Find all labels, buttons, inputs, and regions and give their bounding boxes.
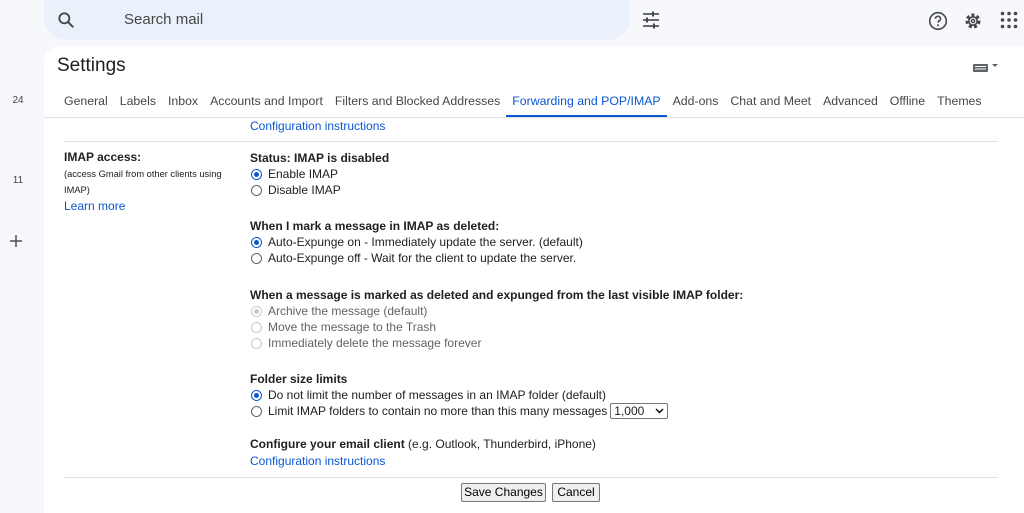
limit-label: Limit IMAP folders to contain no more th…	[268, 404, 608, 418]
no-limit-option[interactable]: Do not limit the number of messages in a…	[250, 387, 668, 403]
search-icon[interactable]	[56, 10, 76, 30]
delete-forever-radio	[251, 337, 262, 349]
folder-size-heading: Folder size limits	[250, 372, 348, 386]
move-to-trash-radio	[251, 321, 262, 333]
cancel-button[interactable]: Cancel	[552, 483, 600, 502]
tab-inbox[interactable]: Inbox	[162, 90, 204, 118]
section-divider	[64, 141, 998, 142]
configure-client-heading: Configure your email client (e.g. Outloo…	[250, 436, 596, 452]
tab-offline[interactable]: Offline	[884, 90, 931, 118]
move-to-trash-label: Move the message to the Trash	[268, 320, 437, 334]
auto-expunge-off-radio[interactable]	[251, 252, 262, 264]
imap-status-section: Status: IMAP is disabled Enable IMAP Dis…	[250, 150, 389, 198]
tab-general[interactable]: General	[64, 90, 114, 118]
configuration-instructions-link-top[interactable]: Configuration instructions	[250, 119, 385, 133]
search-input[interactable]: Search mail	[124, 11, 203, 28]
auto-expunge-off-option[interactable]: Auto-Expunge off - Wait for the client t…	[250, 250, 583, 266]
buttons-divider	[64, 477, 998, 478]
imap-expunged-section: When a message is marked as deleted and …	[250, 287, 743, 351]
archive-label: Archive the message (default)	[268, 304, 428, 318]
auto-expunge-on-option[interactable]: Auto-Expunge on - Immediately update the…	[250, 234, 583, 250]
no-limit-label: Do not limit the number of messages in a…	[268, 388, 606, 402]
archive-option: Archive the message (default)	[250, 303, 743, 319]
tab-advanced[interactable]: Advanced	[817, 90, 884, 118]
move-to-trash-option: Move the message to the Trash	[250, 319, 743, 335]
configure-client-section: Configure your email client (e.g. Outloo…	[250, 436, 596, 470]
archive-radio	[251, 305, 262, 317]
delete-forever-option: Immediately delete the message forever	[250, 335, 743, 351]
rail-count-other: 11	[12, 175, 24, 186]
disable-imap-option[interactable]: Disable IMAP	[250, 182, 389, 198]
disable-imap-radio[interactable]	[251, 184, 262, 196]
auto-expunge-off-label: Auto-Expunge off - Wait for the client t…	[268, 251, 577, 265]
imap-access-description: (access Gmail from other clients using I…	[64, 166, 244, 198]
help-icon[interactable]	[928, 11, 948, 31]
enable-imap-label: Enable IMAP	[268, 167, 339, 181]
no-limit-radio[interactable]	[251, 389, 262, 401]
plus-icon[interactable]	[8, 233, 24, 249]
apps-icon[interactable]	[1000, 11, 1018, 29]
keyboard-icon[interactable]	[973, 62, 999, 72]
imap-label-column: IMAP access: (access Gmail from other cl…	[64, 150, 244, 213]
imap-description-line-2: IMAP)	[64, 185, 90, 195]
tab-add-ons[interactable]: Add-ons	[667, 90, 725, 118]
configure-client-note: (e.g. Outlook, Thunderbird, iPhone)	[404, 437, 596, 451]
tab-themes[interactable]: Themes	[931, 90, 987, 118]
chevron-down-icon	[655, 408, 664, 414]
limit-radio[interactable]	[251, 405, 262, 417]
search-bar[interactable]: Search mail	[44, 0, 659, 40]
enable-imap-radio[interactable]	[251, 168, 262, 180]
tune-icon[interactable]	[642, 11, 660, 29]
imap-description-line-1: (access Gmail from other clients using	[64, 169, 222, 179]
auto-expunge-on-label: Auto-Expunge on - Immediately update the…	[268, 235, 583, 249]
folder-size-section: Folder size limits Do not limit the numb…	[250, 371, 669, 419]
settings-panel: Settings General Labels Inbox Accounts a…	[44, 46, 1024, 513]
save-changes-button[interactable]: Save Changes	[461, 483, 546, 502]
settings-tabs: General Labels Inbox Accounts and Import…	[64, 90, 988, 118]
configure-client-title: Configure your email client	[250, 437, 405, 451]
tab-forwarding-and-pop-imap[interactable]: Forwarding and POP/IMAP	[506, 90, 667, 118]
deleted-heading: When I mark a message in IMAP as deleted…	[250, 219, 500, 233]
imap-deleted-section: When I mark a message in IMAP as deleted…	[250, 218, 583, 266]
limit-option[interactable]: Limit IMAP folders to contain no more th…	[250, 403, 669, 419]
tab-labels[interactable]: Labels	[114, 90, 162, 118]
auto-expunge-on-radio[interactable]	[251, 236, 262, 248]
disable-imap-label: Disable IMAP	[268, 183, 341, 197]
configuration-instructions-link[interactable]: Configuration instructions	[250, 454, 385, 468]
folder-limit-select[interactable]: 1,000	[610, 403, 669, 419]
tabs-divider	[44, 117, 1024, 118]
rail-count-inbox: 24	[12, 95, 24, 106]
delete-forever-label: Immediately delete the message forever	[268, 336, 482, 350]
gear-icon[interactable]	[963, 11, 983, 31]
tab-accounts-and-import[interactable]: Accounts and Import	[204, 90, 329, 118]
expunged-heading: When a message is marked as deleted and …	[250, 288, 744, 302]
page-title: Settings	[57, 55, 126, 76]
enable-imap-option[interactable]: Enable IMAP	[250, 166, 389, 182]
learn-more-link[interactable]: Learn more	[64, 199, 244, 213]
tab-chat-and-meet[interactable]: Chat and Meet	[724, 90, 817, 118]
tab-filters-and-blocked-addresses[interactable]: Filters and Blocked Addresses	[329, 90, 506, 118]
imap-status: Status: IMAP is disabled	[250, 151, 390, 165]
folder-limit-value: 1,000	[614, 404, 645, 418]
imap-access-label: IMAP access:	[64, 150, 142, 164]
